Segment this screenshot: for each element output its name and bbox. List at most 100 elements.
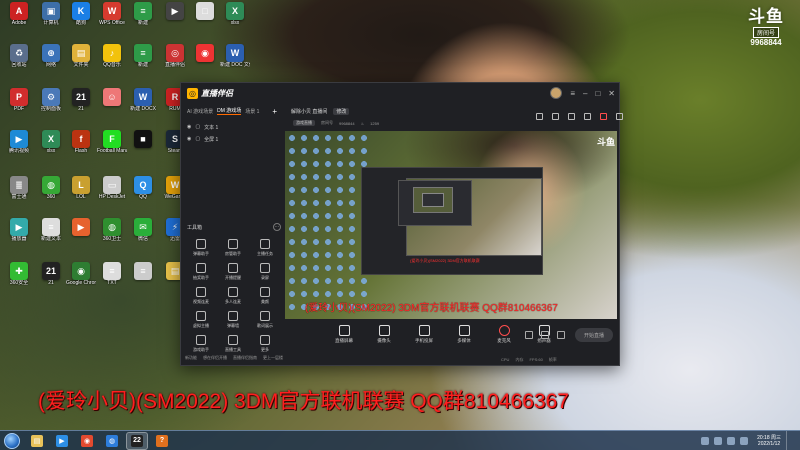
close-icon[interactable]: ✕: [608, 89, 615, 98]
desktop-icon[interactable]: ⚙ 控制面板: [36, 88, 66, 112]
desktop-icon[interactable]: A Adobe: [4, 2, 34, 26]
desktop-icon[interactable]: 21 21: [66, 88, 96, 112]
share-icon[interactable]: [616, 113, 623, 120]
taskbar-app[interactable]: ▤: [26, 432, 48, 450]
network-icon[interactable]: [701, 436, 710, 445]
desktop-icon[interactable]: ▶ 播放器: [4, 218, 34, 242]
desktop-icon[interactable]: ♻ 回收站: [4, 44, 34, 68]
avatar[interactable]: [550, 87, 563, 99]
desktop-icon[interactable]: ◉Google Chrome: [66, 262, 96, 286]
desktop-icon[interactable]: P PDF: [4, 88, 34, 112]
add-scene-button[interactable]: +: [272, 107, 277, 116]
edit-room-button[interactable]: 修改: [333, 107, 350, 115]
clock[interactable]: 20:18 周三 2022/1/12: [757, 435, 781, 447]
desktop-icon[interactable]: FFootball Manager: [97, 130, 127, 154]
toolbox-item[interactable]: 虚拟主播: [185, 311, 217, 329]
shield-icon[interactable]: [740, 436, 749, 445]
toolbox-item[interactable]: 视频连麦: [185, 287, 217, 305]
toolbox-item[interactable]: 更多: [249, 335, 281, 353]
microphone-button[interactable]: 麦克风: [491, 325, 517, 344]
tip-text[interactable]: 想在伴侣开播: [203, 355, 227, 361]
desktop-icon[interactable]: ≡ 新建: [128, 2, 158, 26]
toolbox-item[interactable]: 游戏助手: [185, 335, 217, 353]
tip-more[interactable]: 更上一层楼: [263, 355, 283, 361]
tip-guide[interactable]: 直播伴侣指南: [233, 355, 257, 361]
toolbox-item[interactable]: 主播任务: [249, 239, 281, 257]
lock-icon[interactable]: [552, 113, 559, 120]
desktop-icon[interactable]: ◉: [190, 44, 220, 62]
desktop-icon[interactable]: ▭ HP DeskJet: [97, 176, 127, 200]
volume-icon[interactable]: [714, 436, 723, 445]
desktop-icon[interactable]: f Flash: [66, 130, 96, 154]
tip-new[interactable]: 新功能: [185, 355, 197, 361]
desktop-icon[interactable]: ▶: [160, 2, 190, 20]
toolbox-item[interactable]: 弹幕墙: [217, 311, 249, 329]
taskbar-app[interactable]: 22: [126, 431, 148, 450]
desktop-icon[interactable]: ☺: [97, 88, 127, 106]
desktop-icon[interactable]: ▤ 文件夹: [66, 44, 96, 68]
desktop-icon[interactable]: ▣ 计算机: [36, 2, 66, 26]
desktop-icon[interactable]: K 酷狗: [66, 2, 96, 26]
minimize-icon[interactable]: –: [583, 89, 587, 98]
desktop-icon[interactable]: ✉ 微信: [128, 218, 158, 242]
desktop-icon[interactable]: ≡: [128, 262, 158, 280]
camera-button[interactable]: 摄像头: [371, 325, 397, 344]
desktop-icon[interactable]: Xxlsx: [36, 130, 66, 154]
media-button[interactable]: 多媒体: [451, 325, 477, 344]
toolbox-item[interactable]: 弹幕助手: [185, 239, 217, 257]
taskbar-app[interactable]: ▶: [51, 432, 73, 450]
desktop-icon[interactable]: ≡ 新建: [128, 44, 158, 68]
desktop-icon[interactable]: ✚ 360安全: [4, 262, 34, 286]
desktop-icon[interactable]: ■: [128, 130, 158, 148]
start-button-icon[interactable]: [4, 432, 20, 449]
toolbox-item[interactable]: 直播工具: [217, 335, 249, 353]
desktop-icon[interactable]: ▶ 腾讯视频: [4, 130, 34, 154]
maximize-icon[interactable]: □: [595, 89, 600, 98]
desktop-icon[interactable]: ▶: [66, 218, 96, 236]
record-icon[interactable]: [600, 113, 607, 120]
show-desktop-button[interactable]: [786, 430, 794, 450]
gear-icon[interactable]: [557, 331, 565, 339]
toolbox-item[interactable]: 录屏: [249, 263, 281, 281]
menu-icon[interactable]: ≡: [570, 89, 575, 98]
flag-icon[interactable]: [727, 436, 736, 445]
desktop-icon[interactable]: ≡ 新建文本: [36, 218, 66, 242]
desktop-icon[interactable]: 21 21: [36, 262, 66, 286]
phone-cast-button[interactable]: 手机投屏: [411, 325, 437, 344]
more-icon[interactable]: ⋯: [273, 223, 281, 231]
stream-preview[interactable]: (爱玲小贝)(SM2022) 3DM官方联机联赛 斗鱼 (爱玲小贝)(SM202…: [285, 131, 617, 319]
toolbox-item[interactable]: 房管助手: [217, 239, 249, 257]
desktop-icon[interactable]: QQQ: [128, 176, 158, 200]
desktop-icon[interactable]: ◍ 360卫士: [97, 218, 127, 242]
lock-icon[interactable]: ▢: [195, 124, 200, 130]
eye-icon[interactable]: ◉: [187, 124, 191, 130]
gift-icon[interactable]: [536, 113, 543, 120]
desktop-icon[interactable]: W WPS Office: [97, 2, 127, 26]
category-button[interactable]: 游戏直播: [293, 120, 315, 126]
desktop-icon[interactable]: ♪ QQ音乐: [97, 44, 127, 68]
tab-scene-1[interactable]: 场景 1: [245, 108, 259, 115]
desktop-icon[interactable]: ◎ 直播伴侣: [160, 44, 190, 68]
toolbox-item[interactable]: 歌词展示: [249, 311, 281, 329]
source-item[interactable]: ◉ ▢ 全屏 1: [185, 133, 277, 145]
source-item[interactable]: ◉ ▢ 文本 1: [185, 121, 277, 133]
desktop-icon[interactable]: ≣ 富士通: [4, 176, 34, 200]
taskbar-app[interactable]: ?: [151, 432, 173, 450]
toolbox-item[interactable]: 抽奖助手: [185, 263, 217, 281]
desktop-icon[interactable]: ⊕ 网络: [36, 44, 66, 68]
toolbox-item[interactable]: 开播提醒: [217, 263, 249, 281]
desktop-icon[interactable]: W新建 DOC 文件: [220, 44, 250, 68]
taskbar-app[interactable]: ◉: [76, 432, 98, 450]
start-stream-button[interactable]: 开始直播: [575, 328, 613, 342]
desktop-icon[interactable]: L LOL: [66, 176, 96, 200]
tab-dm-scene[interactable]: DM 游戏场: [217, 107, 242, 115]
desktop-icon[interactable]: ≡ TXT: [97, 262, 127, 286]
window-icon[interactable]: [584, 113, 591, 120]
taskbar-app[interactable]: ◍: [101, 432, 123, 450]
help-icon[interactable]: [541, 331, 549, 339]
eye-icon[interactable]: ◉: [187, 136, 191, 142]
toolbox-item[interactable]: 多人连麦: [217, 287, 249, 305]
desktop-icon[interactable]: Xxlsx: [220, 2, 250, 26]
desktop-icon[interactable]: ◍ 360: [36, 176, 66, 200]
lock-icon[interactable]: ▢: [195, 136, 200, 142]
